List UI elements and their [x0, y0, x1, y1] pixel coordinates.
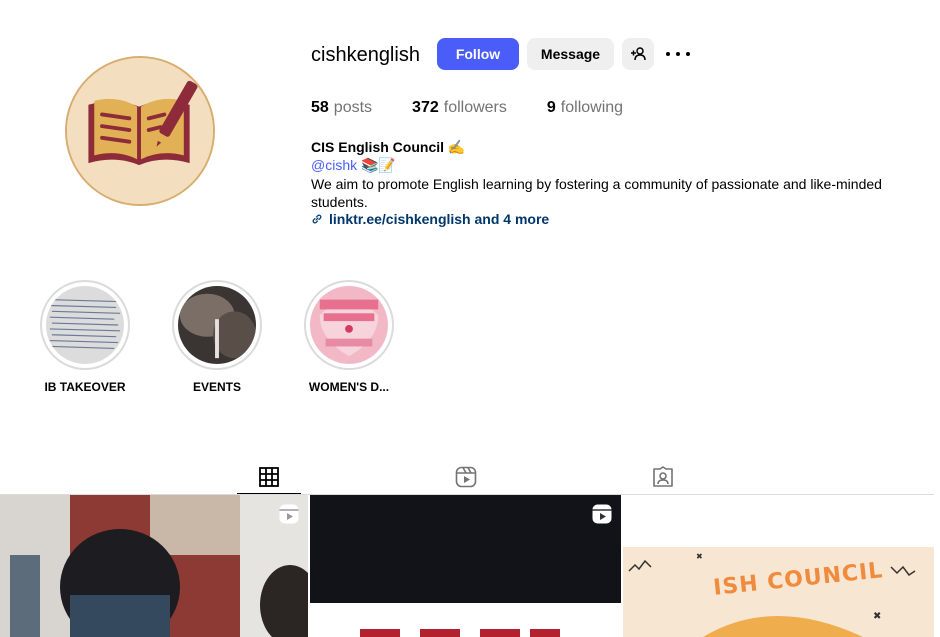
- book-pen-logo-icon: [67, 58, 213, 204]
- following-label: following: [560, 99, 624, 116]
- highlight-cover-image: [46, 286, 124, 364]
- followers-label: followers: [443, 99, 507, 116]
- tab-posts[interactable]: [237, 458, 301, 495]
- post-thumbnail-image: ✖ ✖: [623, 495, 934, 637]
- highlight-label: EVENTS: [192, 380, 241, 394]
- profile-handle-link[interactable]: @cishk 📚📝: [311, 157, 396, 174]
- posts-stat: 58 posts: [311, 99, 372, 117]
- tab-tagged[interactable]: [631, 458, 695, 495]
- grid-icon: [259, 466, 279, 487]
- profile-username: cishkenglish: [311, 44, 420, 66]
- followers-count: 372: [412, 99, 439, 116]
- more-options-button[interactable]: [666, 44, 690, 64]
- dot-icon: [676, 52, 680, 56]
- follow-button[interactable]: Follow: [437, 38, 519, 70]
- post-tile-reel[interactable]: [0, 495, 308, 637]
- dot-icon: [686, 52, 690, 56]
- profile-link-text: linktr.ee/cishkenglish and 4 more: [329, 211, 550, 227]
- profile-avatar[interactable]: [65, 56, 215, 206]
- reels-icon: [455, 466, 477, 487]
- highlight-cover-image: [310, 286, 388, 364]
- posts-count: 58: [311, 99, 329, 116]
- highlight-label: WOMEN'S D...: [308, 380, 390, 394]
- highlight-ring: [172, 280, 262, 370]
- post-tile-reel[interactable]: [310, 495, 621, 637]
- svg-text:✖: ✖: [696, 552, 703, 561]
- following-stat[interactable]: 9 following: [547, 99, 623, 117]
- add-user-icon: [631, 47, 646, 61]
- reel-badge-icon: [279, 504, 299, 524]
- highlight-ib-takeover[interactable]: IB TAKEOVER: [40, 280, 130, 394]
- profile-external-link[interactable]: linktr.ee/cishkenglish and 4 more: [311, 211, 549, 227]
- tab-reels[interactable]: [434, 458, 498, 495]
- profile-stats: 58 posts 372 followers 9 following: [311, 99, 663, 117]
- suggested-users-button[interactable]: [622, 38, 654, 70]
- highlight-label: IB TAKEOVER: [44, 380, 126, 394]
- highlight-events[interactable]: EVENTS: [172, 280, 262, 394]
- profile-full-name: CIS English Council ✍️: [311, 139, 466, 155]
- reel-badge-icon: [592, 504, 612, 524]
- highlight-womens-day[interactable]: WOMEN'S D...: [304, 280, 394, 394]
- highlight-cover-image: [178, 286, 256, 364]
- highlight-ring: [304, 280, 394, 370]
- svg-text:✖: ✖: [873, 611, 881, 622]
- dot-icon: [666, 52, 670, 56]
- post-tile[interactable]: ✖ ✖ ISH COUNCIL: [623, 495, 934, 637]
- message-button[interactable]: Message: [527, 38, 614, 70]
- tagged-icon: [653, 465, 673, 487]
- profile-bio: We aim to promote English learning by fo…: [311, 176, 882, 210]
- followers-stat[interactable]: 372 followers: [412, 99, 507, 117]
- link-icon: [312, 214, 322, 224]
- post-thumbnail-image: [310, 495, 621, 637]
- following-count: 9: [546, 99, 556, 116]
- post-thumbnail-image: [0, 495, 308, 637]
- highlight-ring: [40, 280, 130, 370]
- posts-label: posts: [333, 99, 373, 116]
